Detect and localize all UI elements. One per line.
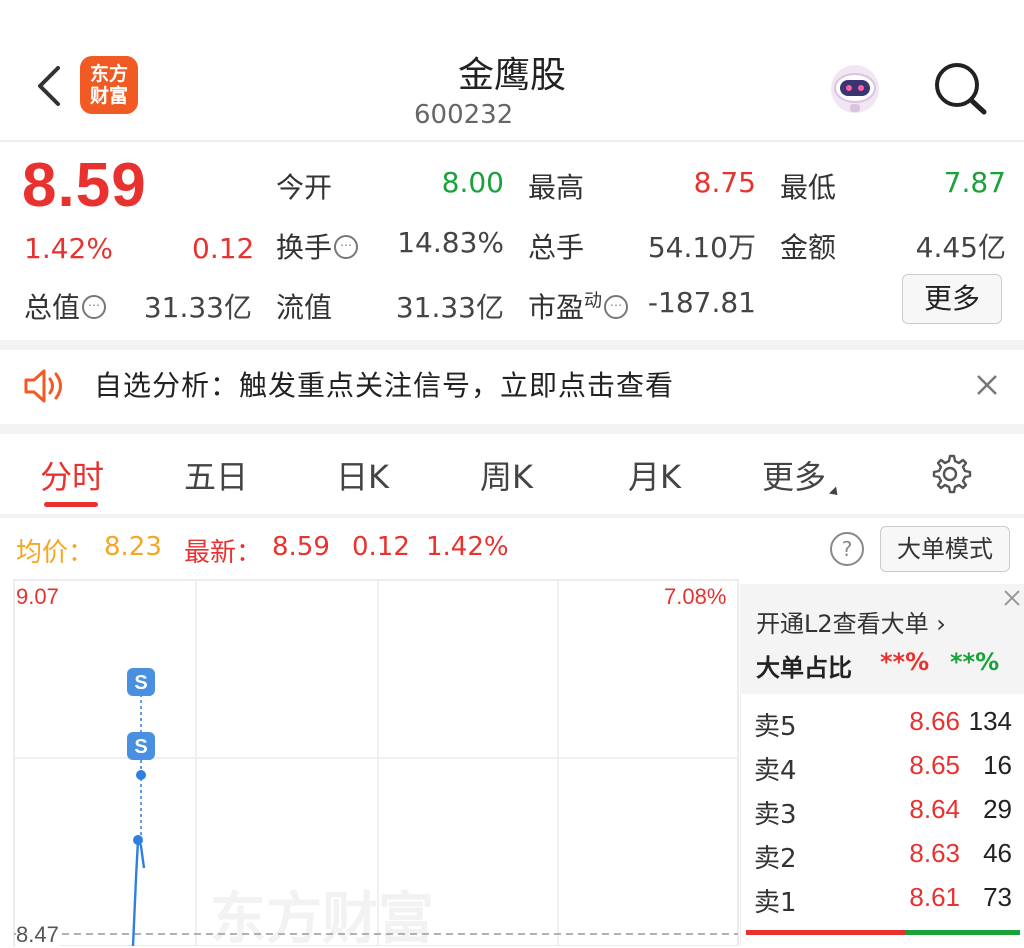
y-axis-top-price: 9.07 <box>16 584 59 609</box>
order-book-row: 卖5 8.66 134 <box>740 698 1024 742</box>
low-label: 最低 <box>780 171 837 204</box>
big-order-mode-button[interactable]: 大单模式 <box>880 526 1010 572</box>
ask-label: 卖2 <box>754 844 797 874</box>
turnover-value: 14.83% <box>397 226 504 259</box>
close-icon[interactable] <box>1000 586 1024 610</box>
buy-ratio-bar <box>746 930 906 935</box>
signal-marker-label: S <box>134 672 147 694</box>
section-divider <box>0 514 1024 518</box>
volume-label: 总手 <box>528 231 585 264</box>
sell-ratio-bar <box>906 930 1020 935</box>
open-value: 8.00 <box>441 166 504 199</box>
info-icon[interactable]: ⋯ <box>604 295 629 319</box>
stock-code: 600232 <box>414 100 514 130</box>
ask-volume: 46 <box>983 838 1012 868</box>
chart-watermark: 东方财富 <box>210 887 434 946</box>
price-point <box>136 770 146 780</box>
notice-text[interactable]: 自选分析：触发重点关注信号，立即点击查看 <box>94 364 674 404</box>
big-order-ratio-buy: **% <box>880 648 930 676</box>
open-l2-link[interactable]: 开通L2查看大单 › <box>756 604 946 639</box>
ask-price: 8.66 <box>909 706 960 736</box>
latest-price-value: 8.59 <box>272 532 330 562</box>
latest-change-value: 0.12 <box>352 532 410 562</box>
tab-daily-k[interactable]: 日K <box>336 452 389 498</box>
tab-five-day[interactable]: 五日 <box>184 452 248 498</box>
tab-weekly-k[interactable]: 周K <box>480 452 533 498</box>
y-axis-ref-price: 8.47 <box>16 922 59 948</box>
ask-price: 8.64 <box>909 794 960 824</box>
info-icon[interactable]: ⋯ <box>82 295 107 319</box>
high-value: 8.75 <box>693 166 756 199</box>
more-quote-button[interactable]: 更多 <box>902 274 1002 324</box>
ask-label: 卖4 <box>754 756 797 786</box>
avg-price-value: 8.23 <box>104 532 162 562</box>
pe-label[interactable]: 市盈动 ⋯ <box>528 286 629 326</box>
amount-label: 金额 <box>780 231 837 264</box>
open-label: 今开 <box>276 171 333 204</box>
signal-marker-label: S <box>134 736 147 758</box>
ask-label: 卖3 <box>754 800 797 830</box>
ask-label: 卖1 <box>754 888 797 918</box>
order-book-row: 卖1 8.61 73 <box>740 874 1024 918</box>
ask-volume: 16 <box>983 750 1012 780</box>
ask-label: 卖5 <box>754 712 797 742</box>
section-divider <box>0 340 1024 350</box>
ask-volume: 134 <box>968 706 1012 736</box>
tab-monthly-k[interactable]: 月K <box>628 452 681 498</box>
code-blur-overlay <box>510 96 610 140</box>
ask-volume: 73 <box>983 882 1012 912</box>
latest-pct-value: 1.42% <box>426 532 509 562</box>
info-icon[interactable]: ⋯ <box>334 235 359 259</box>
tab-more[interactable]: 更多 <box>762 452 842 499</box>
search-icon[interactable] <box>930 60 990 116</box>
order-book-row: 卖2 8.63 46 <box>740 830 1024 874</box>
latest-price-label: 最新： <box>184 538 263 568</box>
current-price: 8.59 <box>22 151 147 220</box>
avg-price-label: 均价： <box>16 538 95 568</box>
help-icon[interactable]: ? <box>830 532 864 566</box>
ask-price: 8.61 <box>909 882 960 912</box>
high-label: 最高 <box>528 171 585 204</box>
close-icon[interactable] <box>972 368 1002 402</box>
float-cap-value: 31.33亿 <box>395 291 504 324</box>
turnover-label-text: 换手 <box>276 231 333 264</box>
market-cap-label[interactable]: 总值 ⋯ <box>24 286 107 326</box>
big-order-ratio-sell: **% <box>950 648 1000 676</box>
market-cap-value: 31.33亿 <box>143 291 252 324</box>
order-book-row: 卖4 8.65 16 <box>740 742 1024 786</box>
pe-value: -187.81 <box>647 286 756 319</box>
change-percent: 1.42% <box>24 232 113 265</box>
ask-price: 8.63 <box>909 838 960 868</box>
price-point <box>133 835 143 845</box>
dropdown-caret-icon <box>829 486 842 499</box>
pe-dynamic-sup: 动 <box>584 290 603 312</box>
active-tab-indicator <box>44 502 98 507</box>
gear-icon[interactable] <box>928 452 972 496</box>
speaker-icon <box>24 369 62 403</box>
y-axis-top-percent: 7.08% <box>664 584 727 609</box>
intraday-chart[interactable]: 东方财富 S S <box>0 578 740 946</box>
order-book-row: 卖3 8.64 29 <box>740 786 1024 830</box>
tab-more-label: 更多 <box>762 458 827 496</box>
tab-intraday[interactable]: 分时 <box>40 452 104 498</box>
big-order-ratio-label: 大单占比 <box>756 654 852 682</box>
ask-price: 8.65 <box>909 750 960 780</box>
low-value: 7.87 <box>943 166 1006 199</box>
turnover-label[interactable]: 换手 ⋯ <box>276 226 359 266</box>
pe-label-text: 市盈 <box>528 291 585 324</box>
change-amount: 0.12 <box>192 232 255 265</box>
float-cap-label: 流值 <box>276 291 333 324</box>
amount-value: 4.45亿 <box>915 231 1006 264</box>
market-cap-label-text: 总值 <box>24 291 81 324</box>
assistant-robot-icon[interactable] <box>824 58 886 120</box>
volume-value: 54.10万 <box>647 231 756 264</box>
section-divider <box>0 424 1024 434</box>
ask-volume: 29 <box>983 794 1012 824</box>
